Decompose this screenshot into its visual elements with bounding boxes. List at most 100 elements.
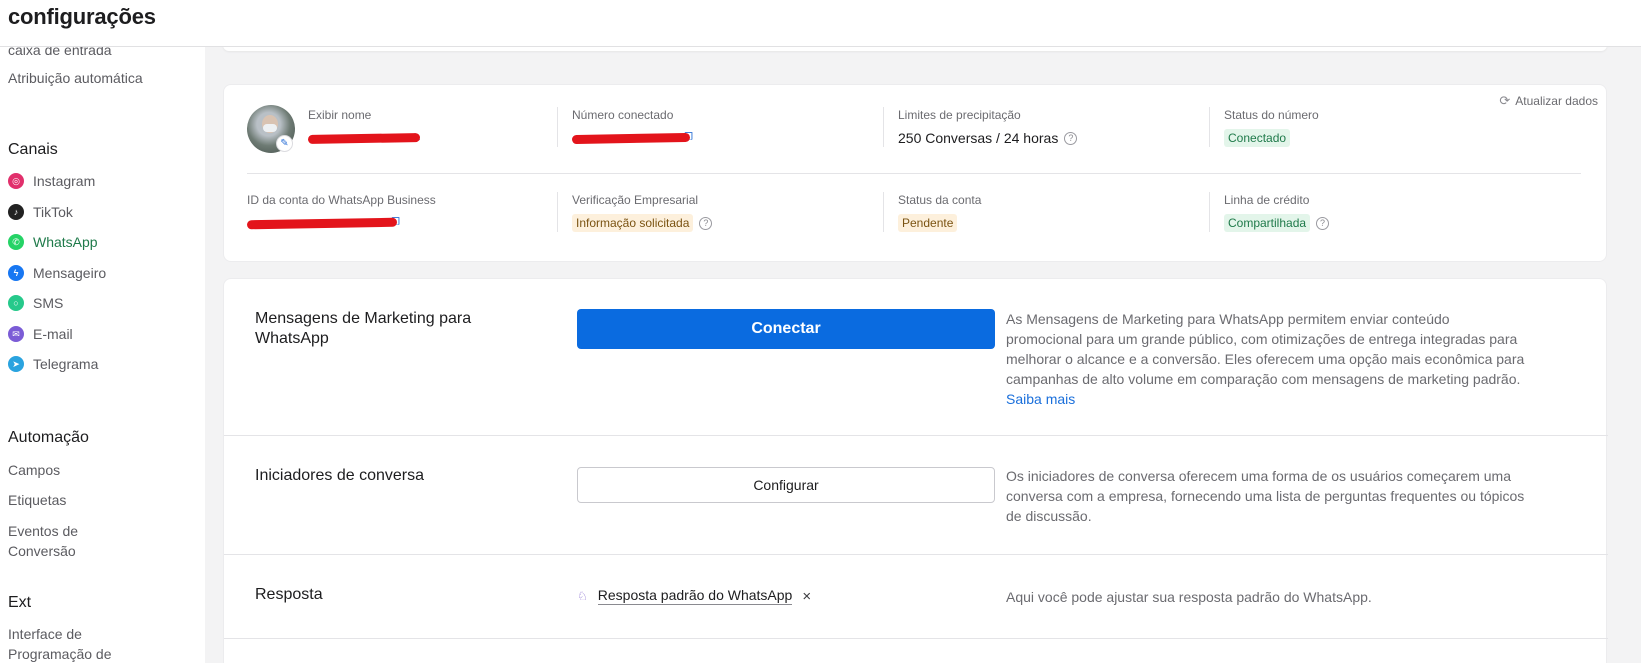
conversation-starters-row: Iniciadores de conversa Configurar Os in… [224, 436, 1608, 554]
sidebar-item-inbox[interactable]: caixa de entrada [8, 47, 188, 60]
account-status-field: Status da conta Pendente [898, 192, 981, 232]
sidebar-item-email[interactable]: ✉ E-mail [8, 324, 73, 344]
edit-avatar-button[interactable]: ✎ [276, 135, 293, 152]
default-reply-chip[interactable]: ♘ Resposta padrão do WhatsApp × [577, 587, 811, 605]
display-name-label: Exibir nome [308, 108, 372, 122]
messenger-icon: ϟ [8, 265, 24, 281]
sidebar-item-fields[interactable]: Campos [8, 460, 188, 480]
connected-number-label: Número conectado [572, 108, 674, 122]
sidebar-heading-automation: Automação [8, 429, 89, 446]
number-status-field: Status do número Conectado [1224, 107, 1319, 147]
account-status-label: Status da conta [898, 193, 982, 207]
divider [247, 173, 1581, 174]
sidebar-item-tags[interactable]: Etiquetas [8, 490, 188, 510]
sidebar-item-conversion-events[interactable]: Eventos de Conversão [8, 521, 118, 561]
learn-more-link[interactable]: Saiba mais [1006, 391, 1075, 407]
redacted-business-id [246, 217, 398, 229]
credit-line-value: Compartilhada ? [1224, 214, 1330, 232]
sidebar-heading-ext: Ext [8, 594, 32, 611]
business-verification-field: Verificação Empresarial Informação solic… [572, 192, 713, 232]
rate-limits-text: 250 Conversas / 24 horas [898, 130, 1059, 146]
redacted-display-name [307, 132, 421, 144]
business-id-field: ID da conta do WhatsApp Business ❐ [246, 192, 436, 232]
telegram-icon: ➤ [8, 356, 24, 372]
divider [1209, 107, 1210, 147]
divider [224, 638, 1608, 639]
reply-title: Resposta [255, 586, 323, 603]
sidebar-item-auto-assign[interactable]: Atribuição automática [8, 68, 188, 88]
number-status-label: Status do número [1224, 108, 1319, 122]
sidebar-item-label: Telegrama [33, 356, 99, 372]
page-title: configurações [8, 4, 156, 29]
configure-button[interactable]: Configurar [577, 467, 995, 503]
sidebar-item-label: TikTok [33, 204, 73, 220]
credit-line-label: Linha de crédito [1224, 193, 1310, 207]
redacted-number [571, 132, 691, 144]
marketing-description-text: As Mensagens de Marketing para WhatsApp … [1006, 311, 1525, 387]
sidebar-item-label: E-mail [33, 326, 73, 342]
business-verification-label: Verificação Empresarial [572, 193, 699, 207]
status-badge: Compartilhada [1224, 214, 1311, 232]
divider [883, 107, 884, 147]
instagram-icon: ◎ [8, 173, 24, 189]
sidebar-heading-channels: Canais [8, 141, 58, 158]
display-name-value: ✎ [307, 129, 421, 147]
reply-row: Resposta ♘ Resposta padrão do WhatsApp ×… [224, 555, 1608, 639]
marketing-messages-description: As Mensagens de Marketing para WhatsApp … [1006, 309, 1526, 409]
refresh-label: Atualizar dados [1515, 94, 1598, 108]
sms-icon: ○ [8, 295, 24, 311]
rate-limits-field: Limites de precipitação 250 Conversas / … [898, 107, 1078, 147]
connect-button[interactable]: Conectar [577, 309, 995, 349]
avatar-mask [263, 124, 277, 132]
help-icon[interactable]: ? [1064, 131, 1078, 145]
rate-limits-value: 250 Conversas / 24 horas ? [898, 129, 1078, 147]
sidebar-item-label: WhatsApp [33, 234, 98, 250]
connected-number-field: Número conectado ❐ [571, 107, 693, 147]
sidebar-item-label: Instagram [33, 173, 96, 189]
email-icon: ✉ [8, 326, 24, 342]
display-name-field: Exibir nome ✎ [307, 107, 421, 147]
divider [1209, 192, 1210, 232]
top-bar: configurações [0, 0, 1641, 47]
conversation-starters-title: Iniciadores de conversa [255, 467, 424, 484]
sidebar-item-label: Mensageiro [33, 265, 107, 281]
sidebar-item-messenger[interactable]: ϟ Mensageiro [8, 263, 106, 283]
main-content: ⟳ Atualizar dados ✎ Exibir nome ✎ Número… [205, 37, 1641, 663]
sidebar: caixa de entrada Atribuição automática C… [0, 47, 205, 663]
divider [883, 192, 884, 232]
business-verification-value: Informação solicitada ? [572, 214, 713, 232]
sidebar-item-sms[interactable]: ○ SMS [8, 293, 63, 313]
credit-line-field: Linha de crédito Compartilhada ? [1224, 192, 1330, 232]
business-id-label: ID da conta do WhatsApp Business [247, 193, 436, 207]
conversation-starters-description: Os iniciadores de conversa oferecem uma … [1006, 468, 1525, 524]
number-status-value: Conectado [1224, 129, 1319, 147]
sidebar-item-telegram[interactable]: ➤ Telegrama [8, 354, 98, 374]
help-icon[interactable]: ? [1316, 216, 1330, 230]
account-status-value: Pendente [898, 214, 981, 232]
rabbit-icon: ♘ [577, 589, 588, 603]
status-badge: Informação solicitada [572, 214, 694, 232]
refresh-data-button[interactable]: ⟳ Atualizar dados [1499, 93, 1598, 109]
whatsapp-account-card: ⟳ Atualizar dados ✎ Exibir nome ✎ Número… [223, 84, 1607, 262]
connected-number-value: ❐ [571, 129, 693, 147]
sidebar-item-api[interactable]: Interface de Programação de [8, 624, 128, 663]
status-badge: Pendente [898, 214, 958, 232]
rate-limits-label: Limites de precipitação [898, 108, 1021, 122]
default-reply-link[interactable]: Resposta padrão do WhatsApp [597, 587, 793, 605]
business-id-value: ❐ [246, 214, 436, 232]
sidebar-item-whatsapp[interactable]: ✆ WhatsApp [8, 232, 98, 252]
settings-panel: Mensagens de Marketing para WhatsApp Con… [223, 278, 1608, 663]
divider [557, 107, 558, 147]
sidebar-item-label: SMS [33, 295, 64, 311]
sidebar-item-tiktok[interactable]: ♪ TikTok [8, 202, 73, 222]
reply-description: Aqui você pode ajustar sua resposta padr… [1006, 589, 1372, 605]
close-icon[interactable]: × [802, 588, 811, 605]
status-badge: Conectado [1224, 129, 1291, 147]
divider [557, 192, 558, 232]
tiktok-icon: ♪ [8, 204, 24, 220]
sidebar-item-instagram[interactable]: ◎ Instagram [8, 171, 95, 191]
refresh-icon: ⟳ [1499, 93, 1511, 108]
marketing-messages-title: Mensagens de Marketing para WhatsApp [255, 310, 472, 347]
whatsapp-icon: ✆ [8, 234, 24, 250]
help-icon[interactable]: ? [699, 216, 713, 230]
